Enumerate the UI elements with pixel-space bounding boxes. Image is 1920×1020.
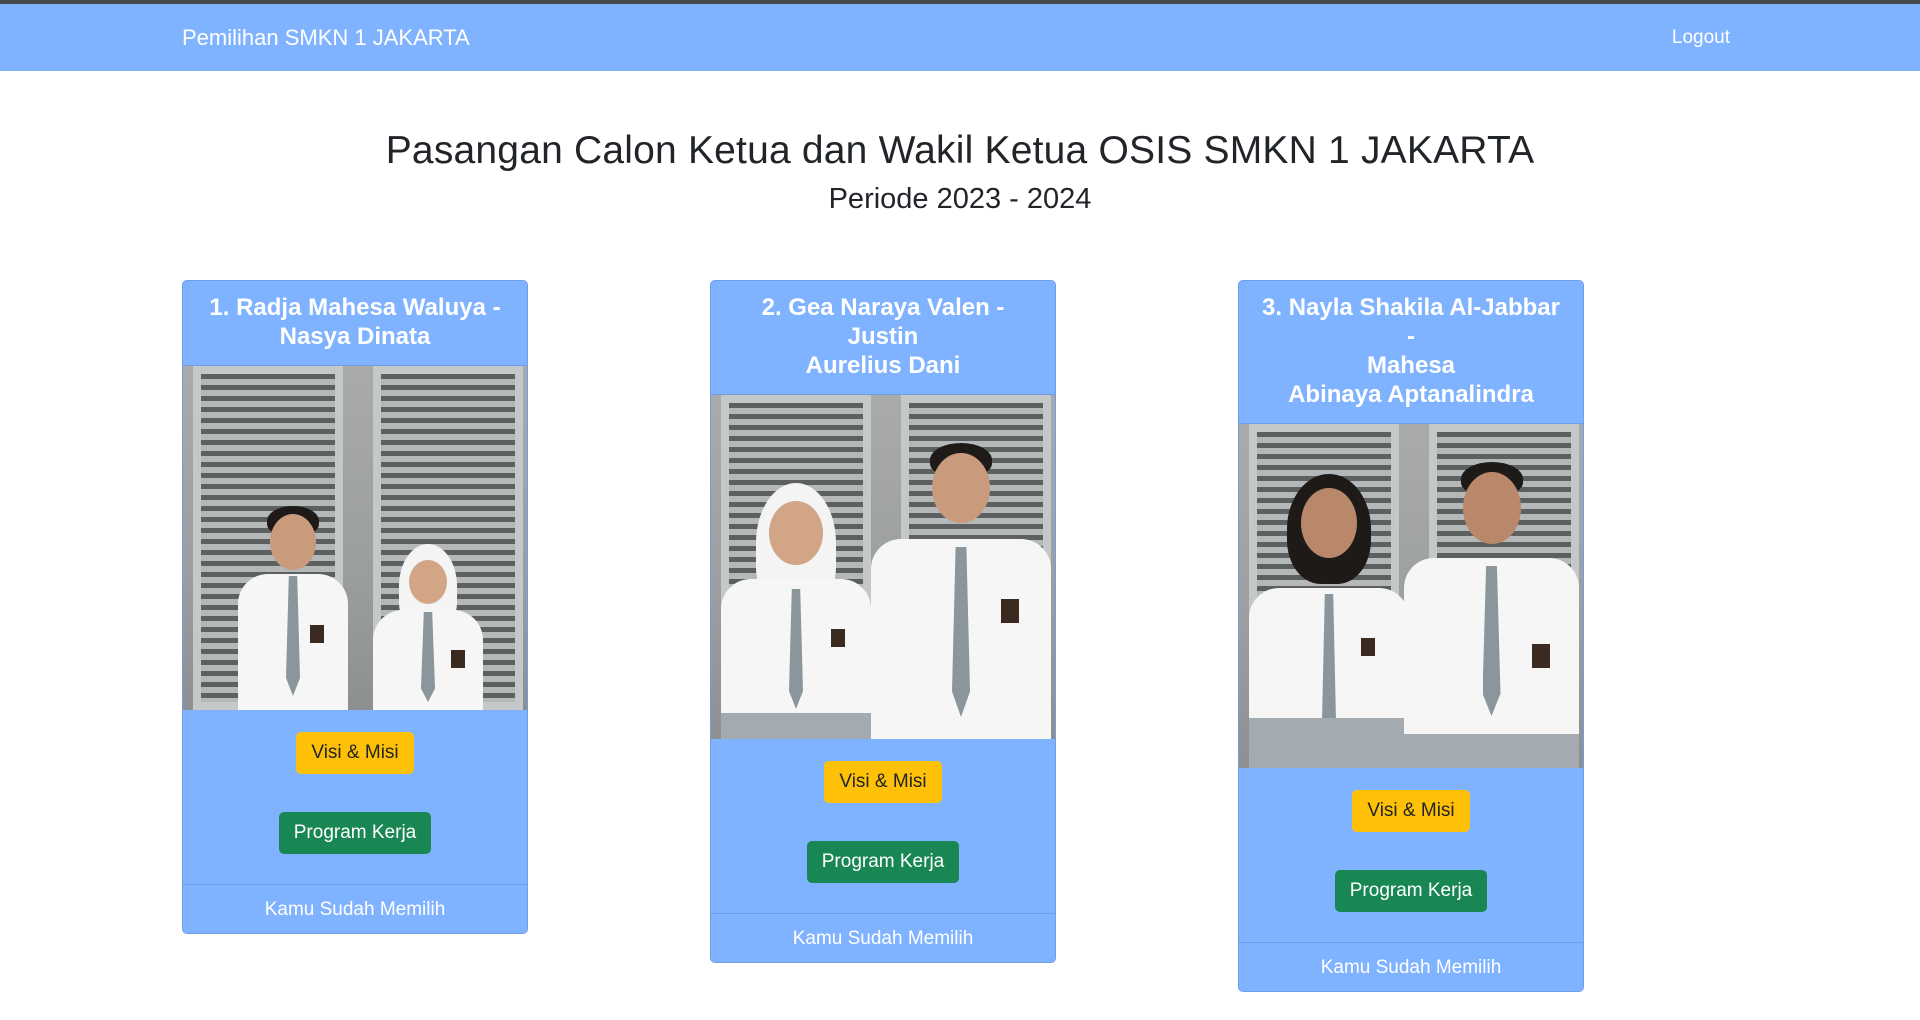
candidate-name-line: Aurelius Dani — [805, 352, 961, 379]
candidate-name: 1. Radja Mahesa Waluya - Nasya Dinata — [183, 281, 527, 366]
candidate-photo — [183, 366, 527, 710]
candidate-card-3: 3. Nayla Shakila Al-Jabbar - Mahesa Abin… — [1238, 280, 1584, 992]
candidate-photo — [711, 395, 1055, 739]
vote-status: Kamu Sudah Memilih — [1239, 942, 1583, 991]
candidate-person — [238, 506, 348, 710]
program-kerja-button[interactable]: Program Kerja — [278, 812, 432, 854]
navbar: Pemilihan SMKN 1 JAKARTA Logout — [0, 4, 1920, 71]
candidate-name-line: Mahesa — [1366, 352, 1456, 379]
candidate-name: 3. Nayla Shakila Al-Jabbar - Mahesa Abin… — [1239, 281, 1583, 424]
program-kerja-button[interactable]: Program Kerja — [1334, 870, 1488, 912]
candidate-name-line: 3. Nayla Shakila Al-Jabbar - — [1262, 294, 1560, 350]
visi-misi-button[interactable]: Visi & Misi — [824, 761, 942, 803]
navbar-brand[interactable]: Pemilihan SMKN 1 JAKARTA — [182, 25, 470, 51]
vote-status: Kamu Sudah Memilih — [183, 884, 527, 933]
candidate-person — [1404, 462, 1579, 768]
candidate-person — [721, 483, 871, 739]
candidate-card-1: 1. Radja Mahesa Waluya - Nasya Dinata Vi… — [182, 280, 528, 934]
page-subtitle: Periode 2023 - 2024 — [828, 183, 1092, 215]
candidate-name-line: 2. Gea Naraya Valen - Justin — [761, 294, 1005, 350]
visi-misi-button[interactable]: Visi & Misi — [1352, 790, 1470, 832]
candidate-person — [373, 544, 483, 710]
candidate-cards: 1. Radja Mahesa Waluya - Nasya Dinata Vi… — [0, 280, 1920, 992]
logout-link[interactable]: Logout — [1672, 27, 1730, 49]
card-actions: Visi & Misi Program Kerja — [1239, 768, 1583, 942]
candidate-photo — [1239, 424, 1583, 768]
visi-misi-button[interactable]: Visi & Misi — [296, 732, 414, 774]
page-title: Pasangan Calon Ketua dan Wakil Ketua OSI… — [385, 129, 1535, 172]
candidate-name-line: Abinaya Aptanalindra — [1288, 381, 1534, 408]
candidate-card-2: 2. Gea Naraya Valen - Justin Aurelius Da… — [710, 280, 1056, 963]
vote-status: Kamu Sudah Memilih — [711, 913, 1055, 962]
candidate-person — [1249, 474, 1409, 768]
candidate-name-line: 1. Radja Mahesa Waluya - — [209, 294, 501, 321]
candidate-name-line: Nasya Dinata — [279, 323, 431, 350]
program-kerja-button[interactable]: Program Kerja — [806, 841, 960, 883]
candidate-person — [871, 443, 1051, 739]
card-actions: Visi & Misi Program Kerja — [183, 710, 527, 884]
candidate-name: 2. Gea Naraya Valen - Justin Aurelius Da… — [711, 281, 1055, 395]
card-actions: Visi & Misi Program Kerja — [711, 739, 1055, 913]
